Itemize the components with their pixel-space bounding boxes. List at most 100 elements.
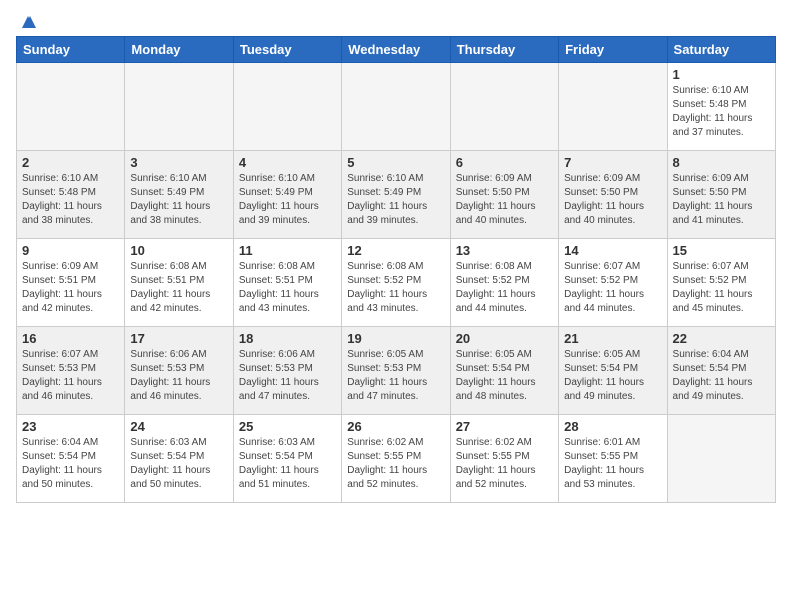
weekday-header-sunday: Sunday (17, 37, 125, 63)
day-number: 25 (239, 419, 336, 434)
calendar-day-cell: 21 Sunrise: 6:05 AM Sunset: 5:54 PM Dayli… (559, 327, 667, 415)
day-info: Sunrise: 6:07 AM Sunset: 5:52 PM Dayligh… (564, 260, 661, 316)
calendar-day-cell: 14 Sunrise: 6:07 AM Sunset: 5:52 PM Dayli… (559, 239, 667, 327)
day-number: 17 (130, 331, 227, 346)
day-number: 19 (347, 331, 444, 346)
calendar-table: SundayMondayTuesdayWednesdayThursdayFrid… (16, 36, 776, 503)
day-info: Sunrise: 6:02 AM Sunset: 5:55 PM Dayligh… (456, 436, 553, 492)
page-header (16, 16, 776, 32)
calendar-day-cell: 3Sunrise: 6:10 AM Sunset: 5:49 PM Daylig… (125, 151, 233, 239)
weekday-header-monday: Monday (125, 37, 233, 63)
calendar-day-cell: 9 Sunrise: 6:09 AM Sunset: 5:51 PM Daylig… (17, 239, 125, 327)
calendar-day-cell (233, 63, 341, 151)
calendar-day-cell: 6 Sunrise: 6:09 AM Sunset: 5:50 PM Daylig… (450, 151, 558, 239)
calendar-day-cell: 20 Sunrise: 6:05 AM Sunset: 5:54 PM Dayli… (450, 327, 558, 415)
day-info: Sunrise: 6:03 AM Sunset: 5:54 PM Dayligh… (130, 436, 227, 492)
calendar-day-cell: 26 Sunrise: 6:02 AM Sunset: 5:55 PM Dayli… (342, 415, 450, 503)
day-number: 16 (22, 331, 119, 346)
day-info: Sunrise: 6:10 AM Sunset: 5:49 PM Dayligh… (347, 172, 444, 228)
calendar-week-row: 1 Sunrise: 6:10 AM Sunset: 5:48 PM Daylig… (17, 63, 776, 151)
calendar-day-cell: 4 Sunrise: 6:10 AM Sunset: 5:49 PM Daylig… (233, 151, 341, 239)
day-number: 12 (347, 243, 444, 258)
calendar-day-cell (559, 63, 667, 151)
day-info: Sunrise: 6:07 AM Sunset: 5:52 PM Dayligh… (673, 260, 770, 316)
weekday-header-friday: Friday (559, 37, 667, 63)
day-number: 8 (673, 155, 770, 170)
day-number: 22 (673, 331, 770, 346)
calendar-day-cell: 7 Sunrise: 6:09 AM Sunset: 5:50 PM Daylig… (559, 151, 667, 239)
calendar-day-cell: 15 Sunrise: 6:07 AM Sunset: 5:52 PM Dayli… (667, 239, 775, 327)
day-info: Sunrise: 6:08 AM Sunset: 5:52 PM Dayligh… (456, 260, 553, 316)
weekday-header-thursday: Thursday (450, 37, 558, 63)
day-number: 4 (239, 155, 336, 170)
day-number: 13 (456, 243, 553, 258)
day-info: Sunrise: 6:04 AM Sunset: 5:54 PM Dayligh… (22, 436, 119, 492)
day-info: Sunrise: 6:09 AM Sunset: 5:50 PM Dayligh… (673, 172, 770, 228)
calendar-day-cell (125, 63, 233, 151)
day-info: Sunrise: 6:01 AM Sunset: 5:55 PM Dayligh… (564, 436, 661, 492)
day-number: 20 (456, 331, 553, 346)
calendar-day-cell: 2 Sunrise: 6:10 AM Sunset: 5:48 PM Daylig… (17, 151, 125, 239)
day-info: Sunrise: 6:05 AM Sunset: 5:54 PM Dayligh… (564, 348, 661, 404)
day-info: Sunrise: 6:03 AM Sunset: 5:54 PM Dayligh… (239, 436, 336, 492)
day-number: 1 (673, 67, 770, 82)
day-info: Sunrise: 6:10 AM Sunset: 5:48 PM Dayligh… (22, 172, 119, 228)
day-number: 23 (22, 419, 119, 434)
day-info: Sunrise: 6:10 AM Sunset: 5:49 PM Dayligh… (239, 172, 336, 228)
day-info: Sunrise: 6:08 AM Sunset: 5:51 PM Dayligh… (239, 260, 336, 316)
day-info: Sunrise: 6:05 AM Sunset: 5:54 PM Dayligh… (456, 348, 553, 404)
calendar-day-cell: 5 Sunrise: 6:10 AM Sunset: 5:49 PM Daylig… (342, 151, 450, 239)
day-number: 27 (456, 419, 553, 434)
calendar-day-cell: 27 Sunrise: 6:02 AM Sunset: 5:55 PM Dayli… (450, 415, 558, 503)
calendar-week-row: 23 Sunrise: 6:04 AM Sunset: 5:54 PM Dayli… (17, 415, 776, 503)
calendar-day-cell: 10 Sunrise: 6:08 AM Sunset: 5:51 PM Dayli… (125, 239, 233, 327)
calendar-day-cell: 12Sunrise: 6:08 AM Sunset: 5:52 PM Dayli… (342, 239, 450, 327)
calendar-day-cell: 23 Sunrise: 6:04 AM Sunset: 5:54 PM Dayli… (17, 415, 125, 503)
calendar-day-cell (17, 63, 125, 151)
logo (16, 16, 38, 32)
day-info: Sunrise: 6:09 AM Sunset: 5:51 PM Dayligh… (22, 260, 119, 316)
calendar-day-cell: 24 Sunrise: 6:03 AM Sunset: 5:54 PM Dayli… (125, 415, 233, 503)
calendar-day-cell: 22 Sunrise: 6:04 AM Sunset: 5:54 PM Dayli… (667, 327, 775, 415)
calendar-day-cell: 16 Sunrise: 6:07 AM Sunset: 5:53 PM Dayli… (17, 327, 125, 415)
day-number: 26 (347, 419, 444, 434)
day-number: 14 (564, 243, 661, 258)
day-info: Sunrise: 6:02 AM Sunset: 5:55 PM Dayligh… (347, 436, 444, 492)
day-info: Sunrise: 6:10 AM Sunset: 5:48 PM Dayligh… (673, 84, 770, 140)
calendar-week-row: 2 Sunrise: 6:10 AM Sunset: 5:48 PM Daylig… (17, 151, 776, 239)
weekday-header-tuesday: Tuesday (233, 37, 341, 63)
day-info: Sunrise: 6:06 AM Sunset: 5:53 PM Dayligh… (130, 348, 227, 404)
calendar-day-cell (667, 415, 775, 503)
logo-icon (18, 14, 38, 32)
day-number: 28 (564, 419, 661, 434)
calendar-day-cell: 13 Sunrise: 6:08 AM Sunset: 5:52 PM Dayli… (450, 239, 558, 327)
weekday-header-saturday: Saturday (667, 37, 775, 63)
day-number: 21 (564, 331, 661, 346)
day-info: Sunrise: 6:09 AM Sunset: 5:50 PM Dayligh… (564, 172, 661, 228)
calendar-day-cell (342, 63, 450, 151)
day-number: 9 (22, 243, 119, 258)
weekday-header-wednesday: Wednesday (342, 37, 450, 63)
calendar-day-cell: 28 Sunrise: 6:01 AM Sunset: 5:55 PM Dayli… (559, 415, 667, 503)
calendar-day-cell: 11 Sunrise: 6:08 AM Sunset: 5:51 PM Dayli… (233, 239, 341, 327)
day-number: 10 (130, 243, 227, 258)
calendar-day-cell: 19Sunrise: 6:05 AM Sunset: 5:53 PM Dayli… (342, 327, 450, 415)
day-number: 11 (239, 243, 336, 258)
day-number: 15 (673, 243, 770, 258)
day-number: 2 (22, 155, 119, 170)
day-number: 24 (130, 419, 227, 434)
day-info: Sunrise: 6:04 AM Sunset: 5:54 PM Dayligh… (673, 348, 770, 404)
day-number: 7 (564, 155, 661, 170)
calendar-day-cell (450, 63, 558, 151)
day-info: Sunrise: 6:09 AM Sunset: 5:50 PM Dayligh… (456, 172, 553, 228)
day-info: Sunrise: 6:08 AM Sunset: 5:51 PM Dayligh… (130, 260, 227, 316)
calendar-week-row: 16 Sunrise: 6:07 AM Sunset: 5:53 PM Dayli… (17, 327, 776, 415)
day-number: 5 (347, 155, 444, 170)
calendar-day-cell: 25 Sunrise: 6:03 AM Sunset: 5:54 PM Dayli… (233, 415, 341, 503)
calendar-day-cell: 18Sunrise: 6:06 AM Sunset: 5:53 PM Dayli… (233, 327, 341, 415)
day-number: 3 (130, 155, 227, 170)
day-info: Sunrise: 6:07 AM Sunset: 5:53 PM Dayligh… (22, 348, 119, 404)
day-number: 6 (456, 155, 553, 170)
weekday-header-row: SundayMondayTuesdayWednesdayThursdayFrid… (17, 37, 776, 63)
calendar-week-row: 9 Sunrise: 6:09 AM Sunset: 5:51 PM Daylig… (17, 239, 776, 327)
